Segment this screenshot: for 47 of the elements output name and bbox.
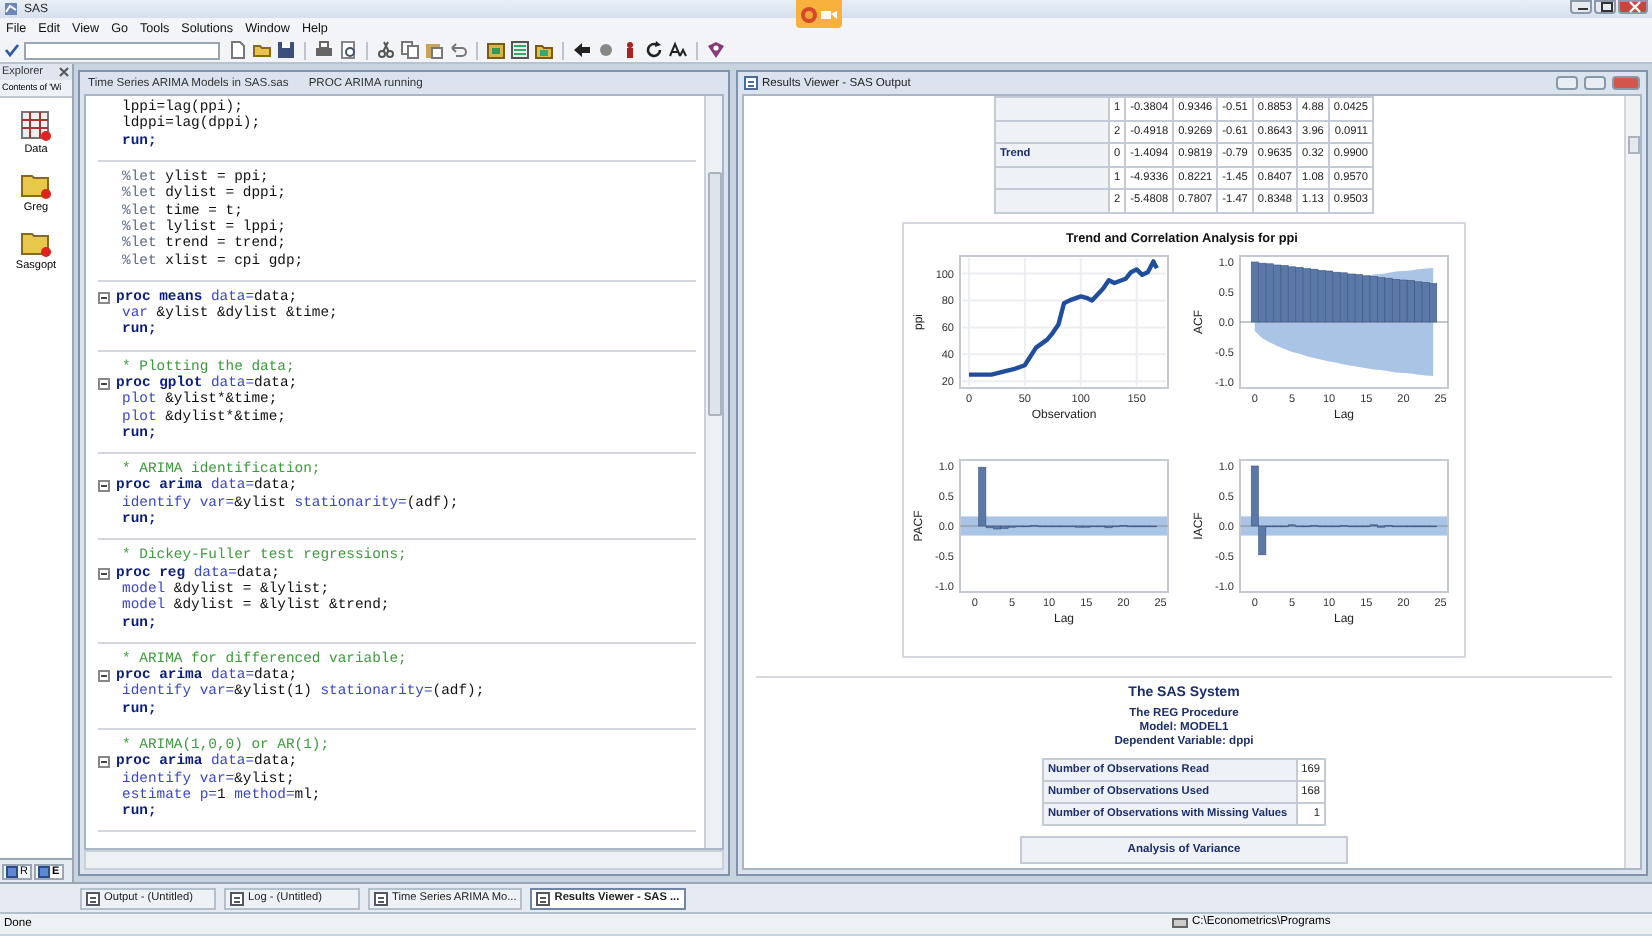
properties-icon[interactable] [510,40,530,60]
document-icon [744,76,758,90]
font-icon[interactable] [668,40,688,60]
maximize-button[interactable] [1594,0,1616,14]
drive-icon [1172,917,1188,927]
window-icon [230,891,244,905]
window-icon [6,865,18,877]
save-icon[interactable] [276,40,296,60]
left-arrow-icon[interactable] [572,40,592,60]
close-button[interactable] [1618,0,1648,14]
print-icon[interactable] [314,40,334,60]
collapse-icon[interactable] [98,480,110,493]
library-icon [20,110,52,142]
row-header [994,189,1109,212]
vertical-scrollbar[interactable] [704,96,722,848]
scissors-icon[interactable] [376,40,396,60]
folder-chart-icon[interactable] [534,40,554,60]
window-icon [536,891,551,905]
vertical-scrollbar[interactable] [1624,96,1640,868]
paste-icon[interactable] [424,40,444,60]
collapse-icon[interactable] [98,291,110,304]
window-icon [37,865,50,877]
collapse-icon[interactable] [98,670,110,683]
row-header [994,97,1109,120]
horizontal-scrollbar[interactable] [84,850,724,870]
close-button[interactable] [1612,76,1640,90]
refresh-icon[interactable] [644,40,664,60]
maximize-icon [1596,0,1614,14]
command-field[interactable] [24,41,220,59]
collapse-icon[interactable] [98,378,110,390]
minimize-button[interactable] [1570,0,1592,14]
collapse-icon[interactable] [98,567,110,580]
video-camera-icon [820,5,838,23]
recorder-widget[interactable] [796,0,842,28]
close-icon[interactable] [58,66,70,78]
library-icon[interactable] [486,40,506,60]
round-app-icon [800,5,818,23]
copy-icon[interactable] [400,40,420,60]
window-icon [374,891,388,905]
app-icon [4,2,18,16]
checkmark-icon[interactable] [4,42,20,58]
row-header [994,166,1109,189]
collapse-icon[interactable] [98,756,110,769]
row-header [994,120,1109,143]
print-preview-icon[interactable] [338,40,358,60]
window-icon [86,891,100,905]
undo-icon[interactable] [448,40,468,60]
